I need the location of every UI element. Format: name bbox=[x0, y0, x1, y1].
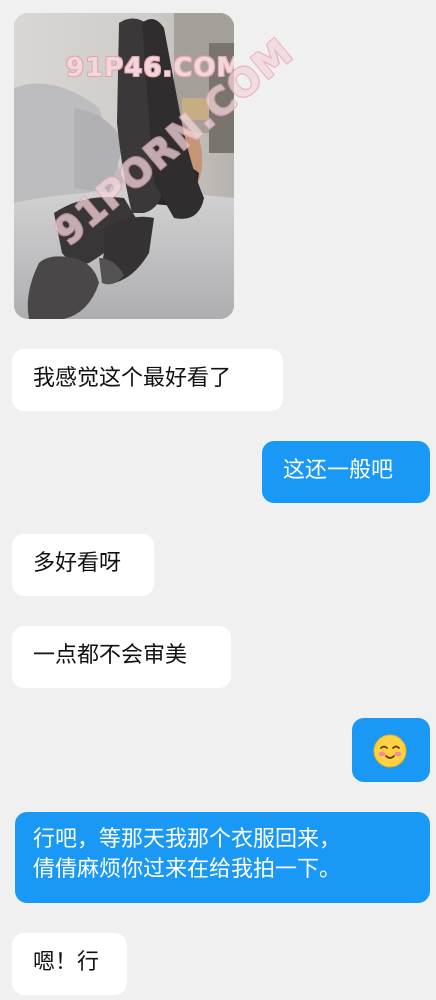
incoming-message-bubble[interactable]: 嗯！行 bbox=[12, 933, 127, 995]
incoming-message-bubble[interactable]: 一点都不会审美 bbox=[12, 626, 231, 688]
message-text: 嗯！行 bbox=[33, 950, 100, 975]
message-text: 一点都不会审美 bbox=[33, 643, 188, 668]
message-text: 我感觉这个最好看了 bbox=[33, 366, 232, 391]
blushing-smile-emoji-icon bbox=[373, 734, 407, 768]
outgoing-message-bubble[interactable]: 行吧，等那天我那个衣服回来， 倩倩麻烦你过来在给我拍一下。 bbox=[15, 812, 430, 903]
message-text: 多好看呀 bbox=[33, 551, 122, 576]
message-text-line: 行吧，等那天我那个衣服回来， bbox=[33, 827, 342, 852]
message-text-line: 倩倩麻烦你过来在给我拍一下。 bbox=[33, 857, 342, 882]
incoming-message-bubble[interactable]: 我感觉这个最好看了 bbox=[12, 349, 283, 411]
watermark-text: 91P46.COM bbox=[66, 53, 234, 83]
message-text: 这还一般吧 bbox=[283, 458, 394, 483]
outgoing-message-bubble[interactable]: 这还一般吧 bbox=[262, 441, 430, 503]
incoming-message-bubble[interactable]: 多好看呀 bbox=[12, 534, 154, 596]
